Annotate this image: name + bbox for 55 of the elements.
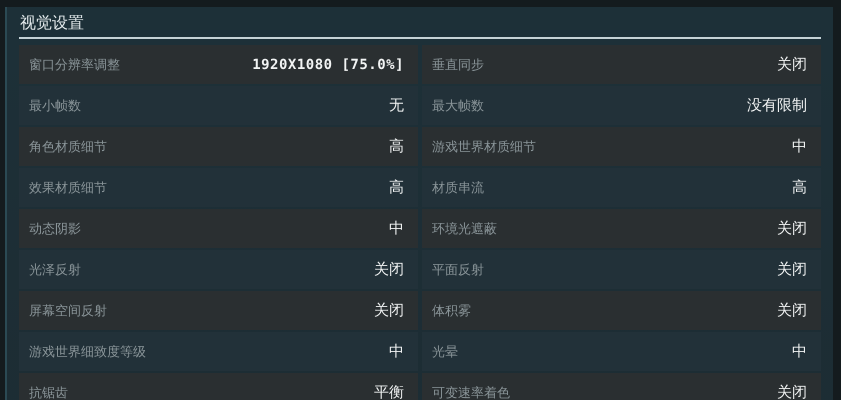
setting-label: 环境光遮蔽: [432, 220, 497, 238]
setting-label: 光泽反射: [29, 262, 81, 278]
setting-value: 关闭: [777, 383, 807, 400]
setting-value: 1920X1080 [75.0%]: [252, 56, 404, 72]
setting-label: 可变速率着色: [432, 384, 510, 400]
setting-label: 角色材质细节: [29, 138, 107, 156]
setting-label: 体积雾: [432, 302, 471, 320]
setting-row[interactable]: 平面反射 关闭: [422, 250, 821, 289]
setting-value: 关闭: [777, 301, 807, 320]
setting-row[interactable]: 垂直同步 关闭: [422, 45, 821, 84]
setting-value: 关闭: [374, 260, 404, 279]
setting-row[interactable]: 动态阴影 中: [19, 209, 418, 248]
setting-label: 动态阴影: [29, 220, 81, 238]
setting-label: 窗口分辨率调整: [29, 56, 120, 74]
setting-label: 垂直同步: [432, 56, 484, 74]
setting-label: 光晕: [432, 344, 458, 360]
setting-row[interactable]: 光泽反射 关闭: [19, 250, 418, 289]
setting-label: 效果材质细节: [29, 180, 107, 196]
setting-label: 游戏世界材质细节: [432, 138, 536, 156]
setting-value: 中: [389, 342, 404, 361]
setting-row[interactable]: 环境光遮蔽 关闭: [422, 209, 821, 248]
setting-row[interactable]: 角色材质细节 高: [19, 127, 418, 166]
setting-row[interactable]: 游戏世界细致度等级 中: [19, 332, 418, 371]
setting-value: 无: [389, 96, 404, 115]
setting-value: 中: [389, 219, 404, 238]
setting-value: 中: [792, 137, 807, 156]
setting-label: 材质串流: [432, 180, 484, 196]
setting-label: 游戏世界细致度等级: [29, 344, 146, 360]
setting-row[interactable]: 最小帧数 无: [19, 86, 418, 125]
setting-row[interactable]: 效果材质细节 高: [19, 168, 418, 207]
setting-label: 屏幕空间反射: [29, 302, 107, 320]
setting-row[interactable]: 可变速率着色 关闭: [422, 373, 821, 400]
setting-value: 没有限制: [747, 96, 807, 115]
setting-label: 最小帧数: [29, 98, 81, 114]
setting-row[interactable]: 窗口分辨率调整 1920X1080 [75.0%]: [19, 45, 418, 84]
setting-label: 平面反射: [432, 262, 484, 278]
setting-value: 高: [792, 178, 807, 197]
setting-value: 关闭: [374, 301, 404, 320]
setting-value: 高: [389, 178, 404, 197]
panel-title: 视觉设置: [19, 12, 84, 34]
setting-value: 高: [389, 137, 404, 156]
setting-label: 抗锯齿: [29, 384, 68, 400]
setting-row[interactable]: 屏幕空间反射 关闭: [19, 291, 418, 330]
setting-row[interactable]: 材质串流 高: [422, 168, 821, 207]
setting-row[interactable]: 游戏世界材质细节 中: [422, 127, 821, 166]
setting-value: 平衡: [374, 383, 404, 400]
setting-value: 关闭: [777, 55, 807, 74]
setting-row[interactable]: 体积雾 关闭: [422, 291, 821, 330]
setting-value: 关闭: [777, 219, 807, 238]
setting-value: 关闭: [777, 260, 807, 279]
setting-label: 最大帧数: [432, 98, 484, 114]
setting-value: 中: [792, 342, 807, 361]
setting-row[interactable]: 光晕 中: [422, 332, 821, 371]
setting-row[interactable]: 最大帧数 没有限制: [422, 86, 821, 125]
setting-row[interactable]: 抗锯齿 平衡: [19, 373, 418, 400]
